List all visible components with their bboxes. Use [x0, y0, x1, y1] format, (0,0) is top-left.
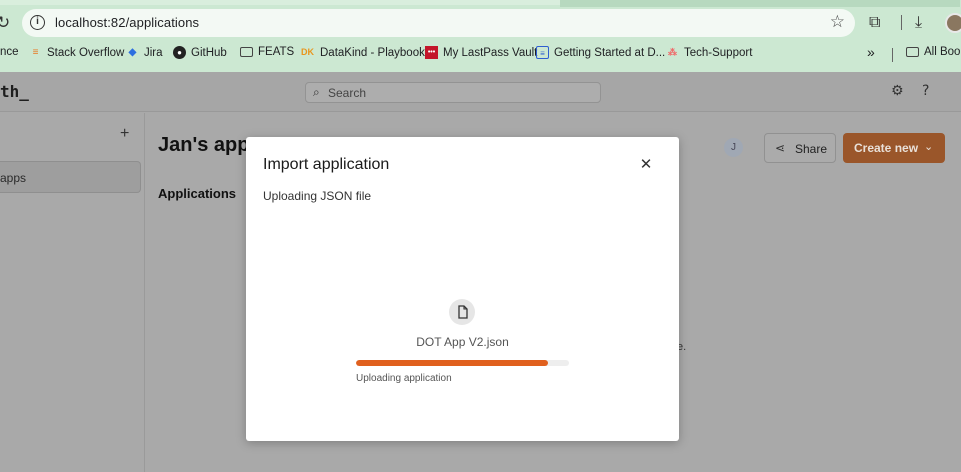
- bookmark-label: Getting Started at D...: [554, 46, 666, 59]
- bookmarks-bar: nce ≡ Stack Overflow ◆ Jira ● GitHub FEA…: [0, 44, 961, 66]
- bookmark-label: FEATS: [258, 46, 295, 58]
- bookmark-label: Jira: [144, 46, 163, 59]
- bookmark-jira[interactable]: ◆ Jira: [126, 46, 163, 59]
- inactive-tab[interactable]: [560, 0, 960, 7]
- uploaded-filename: DOT App V2.json: [416, 335, 509, 349]
- search-input[interactable]: ⌕ Search: [305, 82, 601, 103]
- avatar[interactable]: J: [724, 138, 743, 157]
- upload-progress-bar: [356, 360, 569, 366]
- profile-avatar[interactable]: [945, 13, 961, 33]
- bookmarks-divider: [892, 48, 893, 62]
- extensions-icon[interactable]: ⧉: [869, 12, 880, 32]
- bookmark-star-icon[interactable]: ☆: [830, 12, 845, 32]
- share-label: Share: [795, 142, 828, 156]
- dialog-title: Import application: [263, 156, 390, 173]
- app-topbar: th_ ⌕ Search ⚙ ?: [0, 72, 961, 112]
- share-button[interactable]: ⋖ Share: [764, 133, 836, 163]
- search-icon: ⌕: [313, 85, 320, 99]
- bookmark-tech-support[interactable]: ⁂ Tech-Support: [666, 46, 752, 59]
- import-application-dialog: Import application ✕ Uploading JSON file…: [246, 137, 679, 441]
- help-icon[interactable]: ?: [922, 83, 929, 99]
- bookmark-label: Tech-Support: [684, 46, 753, 59]
- bookmark-datakind[interactable]: DK DataKind - Playbook: [300, 46, 425, 59]
- close-icon[interactable]: ✕: [638, 155, 654, 173]
- create-new-button[interactable]: Create new ⌄: [843, 133, 945, 163]
- jira-icon: ◆: [128, 47, 137, 58]
- document-icon: ≡: [536, 46, 549, 59]
- file-icon: [449, 299, 475, 325]
- bookmark-lastpass[interactable]: ••• My LastPass Vault: [425, 46, 537, 59]
- active-tab[interactable]: [0, 0, 560, 5]
- bookmark-label: GitHub: [191, 46, 227, 59]
- bookmark-label: My LastPass Vault: [443, 46, 538, 59]
- address-bar[interactable]: i localhost:82/applications ☆: [22, 9, 855, 37]
- datakind-icon: DK: [301, 47, 314, 57]
- url-text[interactable]: localhost:82/applications: [55, 15, 199, 30]
- upload-progress-fill: [356, 360, 548, 366]
- dialog-subtitle: Uploading JSON file: [263, 189, 372, 203]
- sidebar: + apps: [0, 113, 145, 472]
- create-new-label: Create new: [854, 141, 919, 155]
- bookmark-label: Stack Overflow: [47, 46, 125, 59]
- search-placeholder: Search: [328, 86, 367, 100]
- chevron-down-icon: ⌄: [924, 140, 934, 153]
- more-bookmarks-button[interactable]: »: [867, 44, 875, 60]
- share-icon: ⋖: [775, 141, 786, 155]
- site-info-icon[interactable]: i: [30, 15, 45, 30]
- bookmark-item[interactable]: nce: [0, 46, 19, 58]
- bookmark-label: DataKind - Playbook: [320, 46, 425, 59]
- download-icon[interactable]: ⤓: [915, 12, 922, 32]
- stackoverflow-icon: ≡: [32, 47, 39, 58]
- bookmark-stack-overflow[interactable]: ≡ Stack Overflow: [29, 46, 125, 59]
- toolbar-divider: [901, 15, 902, 30]
- gear-icon[interactable]: ⚙: [891, 83, 904, 99]
- folder-icon: [906, 47, 919, 57]
- bookmark-github[interactable]: ● GitHub: [173, 46, 227, 59]
- add-workspace-icon[interactable]: +: [120, 125, 129, 143]
- github-icon: ●: [173, 46, 186, 59]
- sidebar-item-label: apps: [0, 171, 27, 185]
- bookmark-label: All Book: [924, 46, 961, 58]
- browser-chrome: ↻ i localhost:82/applications ☆ ⧉ ⤓ nce …: [0, 0, 961, 72]
- upload-status: Uploading application: [356, 373, 452, 384]
- tab-strip: [0, 0, 961, 7]
- asana-icon: ⁂: [668, 47, 677, 57]
- all-bookmarks-button[interactable]: All Book: [906, 46, 961, 58]
- bookmark-label: nce: [0, 46, 19, 58]
- lastpass-icon: •••: [425, 46, 438, 59]
- folder-icon: [240, 47, 253, 57]
- tab-applications[interactable]: Applications: [158, 186, 236, 201]
- sidebar-item-apps[interactable]: apps: [0, 161, 141, 193]
- bookmark-getting-started[interactable]: ≡ Getting Started at D...: [536, 46, 665, 59]
- app-logo[interactable]: th_: [0, 82, 29, 101]
- bookmark-feats[interactable]: FEATS: [240, 46, 294, 58]
- reload-icon[interactable]: ↻: [0, 12, 12, 34]
